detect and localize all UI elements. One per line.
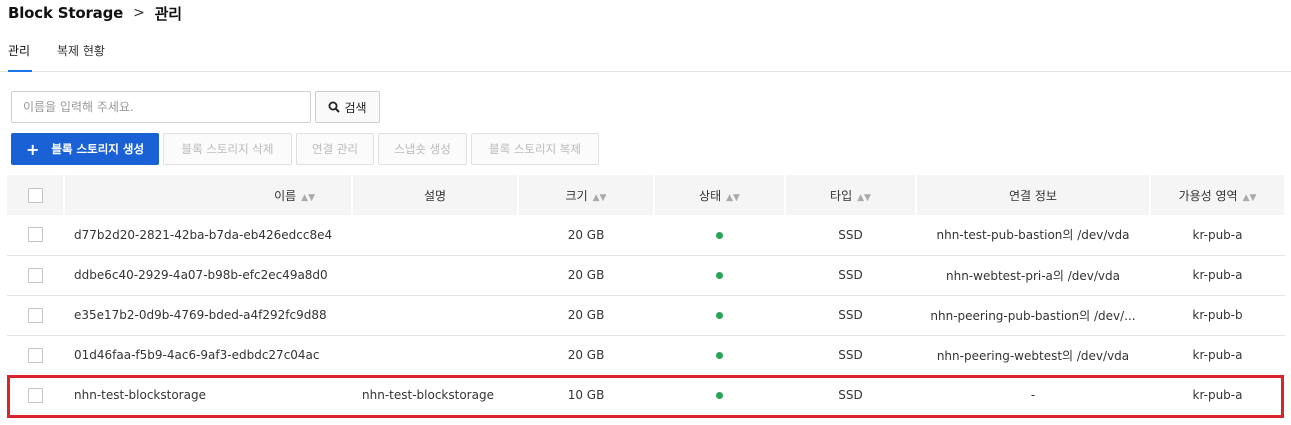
cell-zone: kr-pub-a: [1150, 335, 1285, 376]
tab-replication-status[interactable]: 복제 현황: [57, 42, 105, 72]
row-checkbox[interactable]: [28, 347, 43, 363]
row-select-cell: [7, 375, 64, 416]
column-header-size[interactable]: 크기 ▲▼: [518, 175, 655, 215]
cell-desc: [352, 335, 518, 376]
row-select-cell: [7, 295, 64, 336]
tab-bar: 관리 복제 현황: [0, 36, 1291, 72]
cell-size: 20 GB: [518, 295, 654, 336]
cell-type: SSD: [785, 335, 916, 376]
cell-status: [654, 255, 785, 296]
row-checkbox[interactable]: [28, 267, 43, 283]
column-header-status-label: 상태: [699, 188, 722, 203]
create-snapshot-button[interactable]: 스냅숏 생성: [378, 133, 467, 165]
status-active-icon: [716, 392, 723, 399]
row-select-cell: [7, 335, 64, 376]
row-select-cell: [7, 215, 64, 256]
status-active-icon: [716, 312, 723, 319]
row-checkbox[interactable]: [28, 307, 43, 323]
column-header-type[interactable]: 타입 ▲▼: [785, 175, 917, 215]
status-active-icon: [716, 352, 723, 359]
cell-status: [654, 335, 785, 376]
cell-status: [654, 295, 785, 336]
search-button-label: 검색: [344, 100, 367, 115]
cell-size: 20 GB: [518, 215, 654, 256]
create-block-storage-button[interactable]: + 블록 스토리지 생성: [11, 133, 159, 165]
column-header-desc: 설명: [352, 175, 519, 215]
search-button[interactable]: 검색: [315, 91, 380, 123]
delete-block-storage-button[interactable]: 블록 스토리지 삭제: [163, 133, 292, 165]
cell-name: nhn-test-blockstorage: [64, 375, 352, 416]
cell-status: [654, 215, 785, 256]
table-row[interactable]: e35e17b2-0d9b-4769-bded-a4f292fc9d88 20 …: [7, 295, 1285, 336]
column-header-size-label: 크기: [565, 188, 588, 203]
sort-icon: ▲▼: [726, 192, 740, 203]
column-header-zone-label: 가용성 영역: [1178, 188, 1238, 203]
cell-size: 10 GB: [518, 375, 654, 416]
search-input[interactable]: [11, 91, 311, 123]
column-header-name-label: 이름: [274, 188, 297, 203]
cell-zone: kr-pub-a: [1150, 375, 1285, 416]
select-all-checkbox[interactable]: [27, 187, 43, 203]
row-checkbox[interactable]: [28, 227, 43, 243]
cell-size: 20 GB: [518, 335, 654, 376]
create-block-storage-label: 블록 스토리지 생성: [51, 142, 145, 156]
page-title: 관리: [154, 4, 182, 23]
cell-type: SSD: [785, 255, 916, 296]
chevron-right-icon: >: [133, 5, 145, 21]
cell-name: 01d46faa-f5b9-4ac6-9af3-edbdc27c04ac: [64, 335, 352, 376]
connection-manage-button[interactable]: 연결 관리: [296, 133, 374, 165]
column-header-type-label: 타입: [830, 188, 853, 203]
status-active-icon: [716, 272, 723, 279]
search-icon: [328, 101, 341, 113]
row-checkbox[interactable]: [28, 387, 43, 403]
tab-manage[interactable]: 관리: [8, 42, 32, 72]
cell-connection: -: [916, 375, 1150, 416]
sort-icon: ▲▼: [857, 192, 871, 203]
cell-connection: nhn-peering-pub-bastion의 /dev/...: [916, 295, 1150, 336]
cell-name: ddbe6c40-2929-4a07-b98b-efc2ec49a8d0: [64, 255, 352, 296]
cell-desc: [352, 295, 518, 336]
sort-icon: ▲▼: [1242, 192, 1257, 203]
column-header-connection: 연결 정보: [916, 175, 1151, 215]
plus-icon: +: [25, 139, 40, 159]
cell-type: SSD: [785, 215, 916, 256]
column-header-name[interactable]: 이름 ▲▼: [64, 175, 353, 215]
copy-block-storage-button[interactable]: 블록 스토리지 복제: [471, 133, 599, 165]
column-header-connection-label: 연결 정보: [1009, 188, 1057, 203]
sort-icon: ▲▼: [592, 192, 607, 203]
cell-desc: nhn-test-blockstorage: [352, 375, 518, 416]
cell-type: SSD: [785, 295, 916, 336]
cell-connection: nhn-webtest-pri-a의 /dev/vda: [916, 255, 1150, 296]
column-header-status[interactable]: 상태 ▲▼: [654, 175, 786, 215]
cell-connection: nhn-peering-webtest의 /dev/vda: [916, 335, 1150, 376]
table-header-row: 이름 ▲▼ 설명 크기 ▲▼ 상태 ▲▼ 타입 ▲▼ 연결 정보 가용성 영역 ▲▼: [7, 175, 1286, 215]
cell-status: [654, 375, 785, 416]
cell-name: e35e17b2-0d9b-4769-bded-a4f292fc9d88: [64, 295, 352, 336]
breadcrumb: Block Storage > 관리: [8, 2, 182, 24]
table-row[interactable]: 01d46faa-f5b9-4ac6-9af3-edbdc27c04ac 20 …: [7, 335, 1285, 376]
breadcrumb-root[interactable]: Block Storage: [8, 4, 123, 22]
sort-icon: ▲▼: [301, 192, 315, 203]
cell-desc: [352, 215, 518, 256]
cell-zone: kr-pub-a: [1150, 215, 1285, 256]
table-row[interactable]: ddbe6c40-2929-4a07-b98b-efc2ec49a8d0 20 …: [7, 255, 1285, 296]
block-storage-table: 이름 ▲▼ 설명 크기 ▲▼ 상태 ▲▼ 타입 ▲▼ 연결 정보 가용성 영역 ▲▼ d7…: [7, 175, 1286, 416]
cell-desc: [352, 255, 518, 296]
table-row[interactable]: nhn-test-blockstorage nhn-test-blockstor…: [7, 375, 1285, 416]
cell-connection: nhn-test-pub-bastion의 /dev/vda: [916, 215, 1150, 256]
column-header-desc-label: 설명: [423, 188, 447, 203]
cell-zone: kr-pub-a: [1150, 255, 1285, 296]
column-header-zone[interactable]: 가용성 영역 ▲▼: [1150, 175, 1286, 215]
select-all-cell: [7, 175, 65, 215]
status-active-icon: [716, 231, 723, 239]
cell-type: SSD: [785, 375, 916, 416]
table-row[interactable]: d77b2d20-2821-42ba-b7da-eb426edcc8e4 20 …: [7, 215, 1285, 256]
cell-name: d77b2d20-2821-42ba-b7da-eb426edcc8e4: [64, 215, 352, 256]
cell-size: 20 GB: [518, 255, 654, 296]
row-select-cell: [7, 255, 64, 296]
cell-zone: kr-pub-b: [1150, 295, 1285, 336]
